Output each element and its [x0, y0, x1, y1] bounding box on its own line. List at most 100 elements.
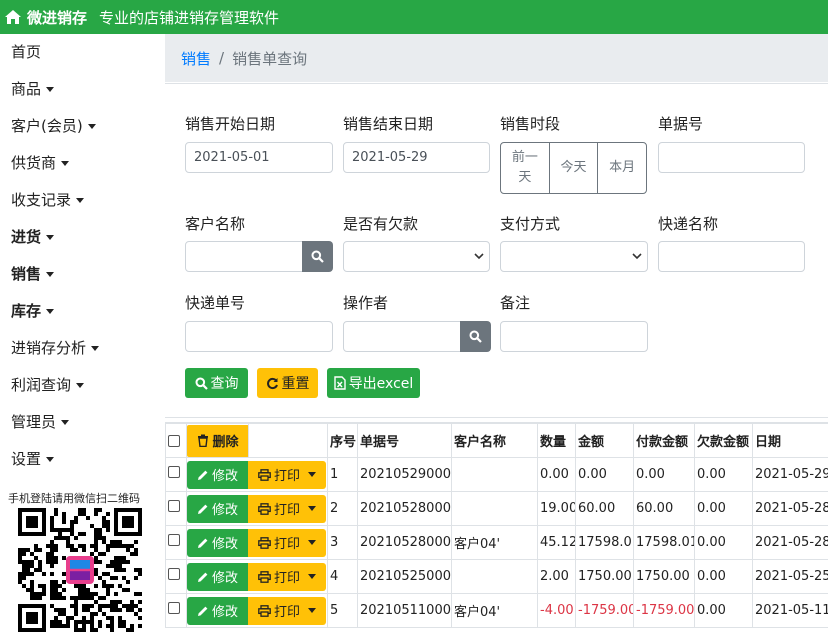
print-button-label: 打印	[273, 571, 300, 586]
cell-order-no: 202105280002	[357, 491, 452, 526]
cell-qty: 19.00	[537, 491, 576, 526]
cell-amount: -1759.00	[575, 593, 634, 628]
start-date-input[interactable]: 2021-05-01	[185, 142, 333, 173]
operator-search-button[interactable]	[460, 321, 491, 352]
express-name-input[interactable]	[658, 241, 805, 272]
print-dropdown-button[interactable]: 打印	[248, 494, 326, 523]
sidebar-item[interactable]: 进货	[0, 219, 165, 256]
print-dropdown-button[interactable]: 打印	[248, 460, 326, 489]
table-header-row: 删除 序号 单据号 客户名称 数量 金额 付款金额 欠款金额 日期	[165, 423, 828, 458]
caret-down-icon	[46, 457, 55, 462]
caret-down-icon	[46, 235, 55, 240]
query-button[interactable]: 查询	[185, 368, 248, 398]
edit-button[interactable]: 修改	[187, 528, 248, 557]
sidebar-item[interactable]: 商品	[0, 71, 165, 108]
table-row[interactable]: 修改 打印 2 202105280002 19.00 60.00 60.00 0.00 2021…	[165, 491, 828, 526]
period-yesterday-button[interactable]: 前一天	[501, 143, 549, 193]
sidebar-item[interactable]: 利润查询	[0, 367, 165, 404]
search-icon	[469, 330, 482, 343]
sidebar-item[interactable]: 设置	[0, 441, 165, 478]
filter-panel: 销售开始日期 2021-05-01 销售结束日期 2021-05-29 销售时段…	[165, 83, 828, 418]
cell-customer	[451, 491, 538, 526]
sidebar-item[interactable]: 首页	[0, 34, 165, 71]
period-month-button[interactable]: 本月	[597, 143, 646, 193]
cell-qty: 2.00	[537, 559, 576, 594]
express-no-label: 快递单号	[185, 294, 246, 312]
remark-label: 备注	[500, 294, 531, 312]
table-row[interactable]: 修改 打印 1 202105290001 0.00 0.00 0.00 0.00 2021-05…	[165, 457, 828, 492]
sidebar-item[interactable]: 进销存分析	[0, 330, 165, 367]
edit-button[interactable]: 修改	[187, 596, 248, 625]
print-dropdown-button[interactable]: 打印	[248, 596, 326, 625]
row-select-cell	[165, 491, 187, 526]
select-all-checkbox[interactable]	[168, 434, 180, 447]
cell-date: 2021-05-28	[752, 525, 828, 560]
sidebar-item[interactable]: 收支记录	[0, 182, 165, 219]
sidebar-item-label: 供货商	[11, 154, 57, 172]
table-row[interactable]: 修改打印3202105280001客户04'45.1217598.0117598…	[165, 525, 828, 560]
wechat-qr-code	[18, 508, 142, 632]
sidebar-item[interactable]: 销售	[0, 256, 165, 293]
period-label: 销售时段	[500, 115, 561, 133]
cell-date: 2021-05-28	[752, 491, 828, 526]
cell-paid: 1750.00	[633, 559, 695, 594]
table-row[interactable]: 修改 打印 5 202105110001 客户04' -4.00 -1759.00 -1759…	[165, 593, 828, 628]
cell-customer: 客户04'	[451, 593, 538, 628]
breadcrumb-link-sales[interactable]: 销售	[181, 48, 211, 69]
reset-button[interactable]: 重置	[257, 368, 318, 398]
caret-down-icon	[308, 540, 316, 545]
customer-input[interactable]	[185, 241, 303, 272]
express-name-label: 快递名称	[658, 215, 719, 233]
app-brand[interactable]: 微进销存	[27, 7, 87, 28]
payment-select[interactable]	[500, 241, 648, 272]
row-actions-cell: 修改 打印	[186, 491, 328, 526]
row-checkbox[interactable]	[168, 533, 180, 546]
edit-button[interactable]: 修改	[187, 494, 248, 523]
home-icon[interactable]	[4, 9, 22, 25]
sidebar-item-label: 商品	[11, 80, 42, 98]
sidebar-item-label: 库存	[11, 302, 42, 320]
caret-down-icon	[91, 346, 100, 351]
sidebar-menu: 首页商品客户(会员) 供货商收支记录 进货 销售库存进销存分析 利润查询 管理员 设置	[0, 34, 165, 478]
trash-icon	[198, 434, 209, 447]
remark-input[interactable]	[500, 321, 648, 352]
pencil-icon	[197, 606, 208, 616]
row-select-cell	[165, 525, 187, 560]
app-header: 微进销存 专业的店铺进销存管理软件	[0, 0, 828, 34]
column-header: 付款金额	[633, 423, 695, 458]
edit-button[interactable]: 修改	[187, 460, 248, 489]
cell-order-no: 202105280001	[357, 525, 452, 560]
cell-paid: 17598.01	[633, 525, 695, 560]
sidebar-item[interactable]: 供货商	[0, 145, 165, 182]
period-today-button[interactable]: 今天	[548, 143, 598, 193]
sidebar-item[interactable]: 库存	[0, 293, 165, 330]
sidebar-item[interactable]: 客户(会员)	[0, 108, 165, 145]
print-button-label: 打印	[273, 469, 300, 484]
breadcrumb-current: 销售单查询	[232, 49, 308, 68]
express-no-input[interactable]	[185, 321, 333, 352]
row-checkbox[interactable]	[168, 465, 180, 478]
table-row[interactable]: 修改 打印 4 202105250001 2.00 1750.00 1750.00 0.00 2…	[165, 559, 828, 594]
print-dropdown-button[interactable]: 打印	[248, 562, 326, 591]
operator-input[interactable]	[343, 321, 461, 352]
has-debt-select[interactable]	[343, 241, 490, 272]
end-date-input[interactable]: 2021-05-29	[343, 142, 490, 173]
sidebar-item[interactable]: 管理员	[0, 404, 165, 441]
caret-down-icon	[76, 383, 85, 388]
row-checkbox[interactable]	[168, 601, 180, 614]
delete-button[interactable]: 删除	[187, 424, 248, 457]
caret-down-icon	[87, 124, 96, 129]
cell-customer	[451, 559, 538, 594]
cell-seq: 5	[327, 593, 358, 628]
caret-down-icon	[61, 420, 70, 425]
order-no-input[interactable]	[658, 142, 805, 173]
edit-button[interactable]: 修改	[187, 562, 248, 591]
row-checkbox[interactable]	[168, 567, 180, 580]
print-dropdown-button[interactable]: 打印	[248, 528, 326, 557]
order-no-label: 单据号	[658, 115, 704, 133]
cell-qty: 45.12	[537, 525, 576, 560]
cell-date: 2021-05-29	[752, 457, 828, 492]
customer-search-button[interactable]	[302, 241, 333, 272]
row-checkbox[interactable]	[168, 499, 180, 512]
export-excel-button[interactable]: 导出excel	[327, 368, 420, 398]
